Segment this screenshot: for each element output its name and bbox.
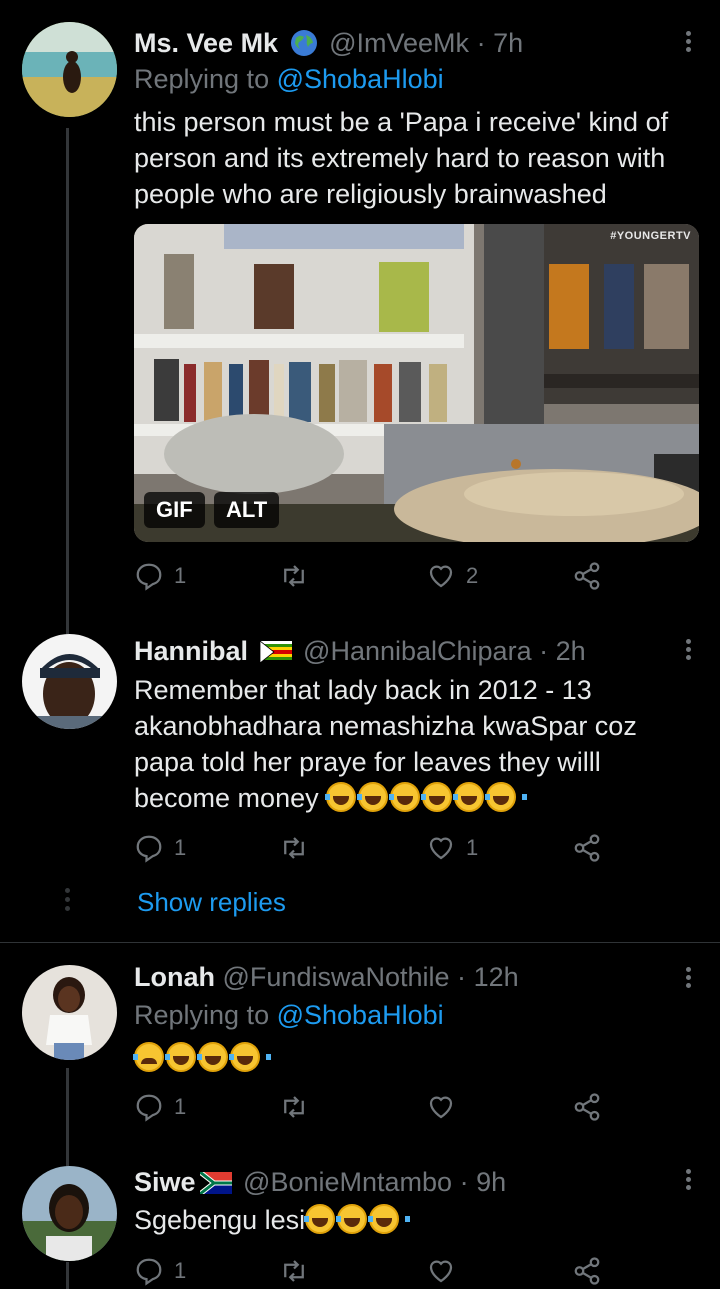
separator-dot: · [539, 636, 549, 666]
reply-button[interactable]: 1 [134, 833, 186, 863]
alt-badge[interactable]: ALT [214, 492, 280, 528]
emoji-face-with-tears-of-joy [197, 1042, 239, 1072]
tweet-text [133, 1040, 704, 1076]
share-icon [574, 1093, 600, 1121]
tweet-actions: 1 2 [134, 561, 614, 595]
tweet-header: Hannibal @HannibalChipara · 2h [134, 636, 660, 667]
emoji-face-with-tears-of-joy [325, 782, 528, 813]
heart-icon [429, 1096, 453, 1119]
reply-count: 1 [174, 835, 187, 860]
reply-icon [136, 1094, 162, 1122]
media-watermark: #YOUNGERTV [610, 230, 691, 242]
tweet-text: Sgebengu lesi [134, 1202, 704, 1238]
tweet-actions: 1 1 [134, 833, 614, 867]
author-handle[interactable]: @FundiswaNothile [223, 962, 450, 992]
divider [0, 942, 720, 943]
timestamp[interactable]: 9h [476, 1167, 506, 1197]
tweet-header: Siwe @BonieMntambo · 9h [134, 1167, 660, 1198]
mention-link[interactable]: @ShobaHlobi [277, 1000, 444, 1030]
reply-button[interactable]: 1 [134, 561, 186, 591]
heart-icon [429, 837, 453, 860]
tweet-text-content: Sgebengu lesi [134, 1205, 306, 1235]
avatar[interactable] [22, 965, 117, 1060]
author-handle[interactable]: @ImVeeMk [329, 28, 469, 58]
retweet-icon [284, 1260, 304, 1282]
replying-prefix: Replying to [134, 64, 270, 94]
share-icon [574, 562, 600, 590]
reply-count: 1 [174, 1094, 187, 1119]
share-button[interactable] [572, 1256, 602, 1286]
author-handle[interactable]: @BonieMntambo [243, 1167, 452, 1197]
emoji-face-with-tears-of-joy [304, 1204, 411, 1235]
share-icon [574, 1257, 600, 1285]
emoji-loudly-crying-face [133, 1042, 175, 1072]
emoji-face-with-tears-of-joy [165, 1042, 207, 1072]
replying-to: Replying to @ShobaHlobi [134, 64, 444, 95]
more-vertical-icon[interactable] [684, 28, 692, 55]
replying-prefix: Replying to [134, 1000, 270, 1030]
retweet-button[interactable] [279, 1092, 309, 1122]
thread-dots [65, 888, 71, 915]
replying-to: Replying to @ShobaHlobi [134, 1000, 444, 1031]
like-button[interactable] [426, 1256, 456, 1286]
tweet-text: Remember that lady back in 2012 - 13 aka… [134, 672, 704, 816]
tweet-text: this person must be a 'Papa i receive' k… [134, 107, 669, 209]
emoji-face-with-tears-of-joy [229, 1042, 271, 1072]
separator-dot: · [476, 28, 486, 58]
more-vertical-icon[interactable] [684, 964, 692, 991]
reply-button[interactable]: 1 [134, 1092, 186, 1122]
gif-badge: GIF [144, 492, 205, 528]
thread-line [66, 1262, 69, 1289]
reply-icon [136, 563, 162, 591]
tweet-header: Lonah @FundiswaNothile · 12h [134, 962, 660, 993]
heart-icon [429, 565, 453, 588]
flag-zimbabwe [259, 641, 292, 663]
thread-line [66, 1068, 69, 1168]
share-button[interactable] [572, 833, 602, 863]
author-name[interactable]: Ms. Vee Mk [134, 28, 278, 58]
avatar[interactable] [22, 634, 117, 729]
show-replies-link[interactable]: Show replies [137, 887, 286, 918]
share-icon [574, 834, 600, 862]
reply-icon [136, 1258, 162, 1286]
tweet-header: Ms. Vee Mk @ImVeeMk · 7h [134, 28, 660, 59]
author-handle[interactable]: @HannibalChipara [303, 636, 532, 666]
reply-button[interactable]: 1 [134, 1256, 186, 1286]
reply-count: 1 [174, 1258, 187, 1283]
heart-icon [429, 1260, 453, 1283]
reply-count: 1 [174, 563, 187, 588]
timestamp[interactable]: 2h [556, 636, 586, 666]
avatar[interactable] [22, 1166, 117, 1261]
retweet-icon [284, 1096, 304, 1118]
like-count: 1 [466, 835, 479, 860]
timestamp[interactable]: 7h [493, 28, 523, 58]
share-button[interactable] [572, 1092, 602, 1122]
more-vertical-icon[interactable] [684, 636, 692, 663]
share-button[interactable] [572, 561, 602, 591]
avatar[interactable] [22, 22, 117, 117]
like-button[interactable]: 1 [426, 833, 478, 863]
mention-link[interactable]: @ShobaHlobi [277, 64, 444, 94]
more-vertical-icon[interactable] [684, 1166, 692, 1193]
retweet-icon [284, 565, 304, 587]
thread-line [66, 128, 69, 648]
retweet-icon [284, 837, 304, 859]
timestamp[interactable]: 12h [474, 962, 519, 992]
author-name[interactable]: Siwe [134, 1167, 196, 1197]
like-button[interactable] [426, 1092, 456, 1122]
reply-icon [136, 835, 162, 863]
separator-dot: · [459, 1167, 469, 1197]
separator-dot: · [457, 962, 467, 992]
retweet-button[interactable] [279, 833, 309, 863]
retweet-button[interactable] [279, 1256, 309, 1286]
flag-south-africa [199, 1172, 232, 1194]
tweet-actions: 1 [134, 1092, 614, 1126]
author-name[interactable]: Hannibal [134, 636, 248, 666]
author-name[interactable]: Lonah [134, 962, 215, 992]
retweet-button[interactable] [279, 561, 309, 591]
globe-icon [290, 30, 317, 56]
like-count: 2 [466, 563, 479, 588]
tweet-actions: 1 [134, 1256, 614, 1289]
like-button[interactable]: 2 [426, 561, 478, 591]
